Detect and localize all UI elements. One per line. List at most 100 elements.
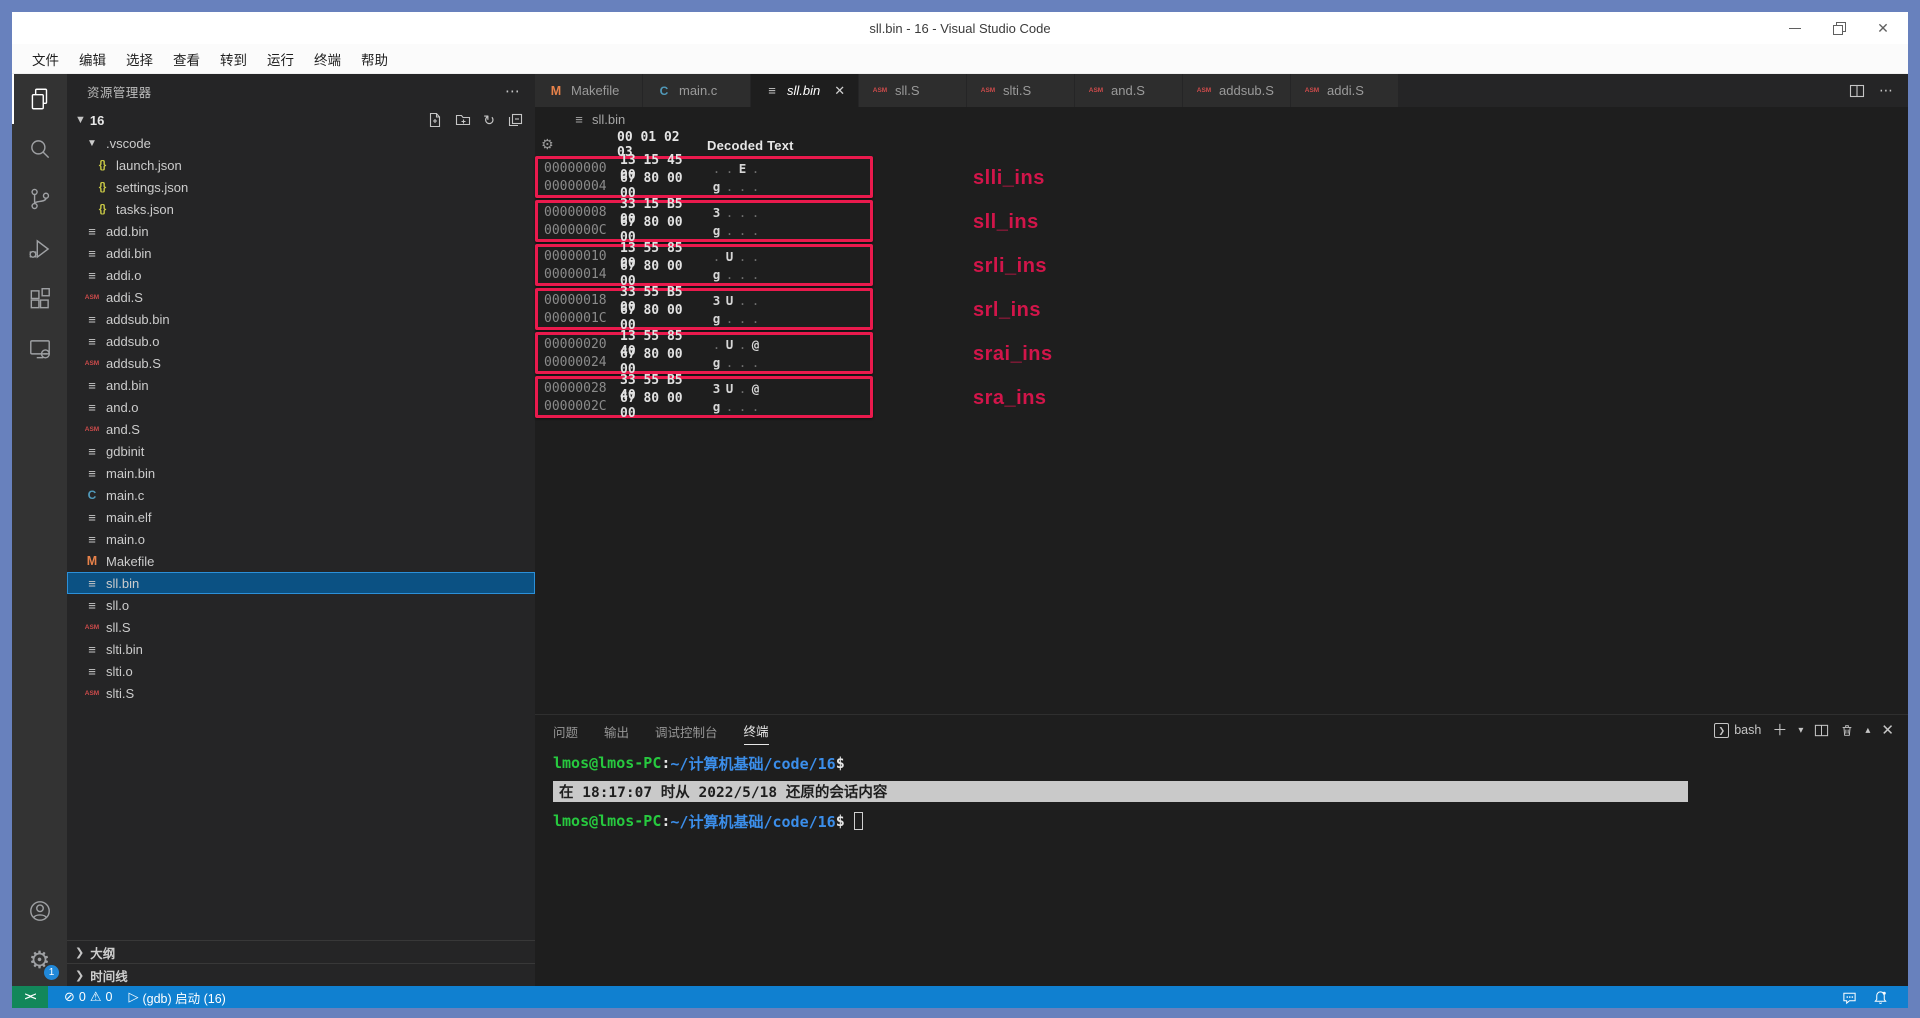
hex-row[interactable]: 0000001C67 80 00 00g... [541,309,870,327]
remote-indicator[interactable]: >< [12,986,48,1008]
folder-section-header[interactable]: ▼ 16 ↻ [67,108,535,132]
tab-addi.S[interactable]: ASMaddi.S [1291,74,1399,107]
new-terminal-icon[interactable]: ＋ [1772,723,1787,738]
minimize-button[interactable] [1788,21,1802,35]
activity-source-control-icon[interactable] [12,174,67,224]
shell-selector[interactable]: ❯ bash [1714,723,1761,738]
tab-and.S[interactable]: ASMand.S [1075,74,1183,107]
hex-row[interactable]: 0000000467 80 00 00g... [541,177,870,195]
close-panel-icon[interactable]: ✕ [1881,723,1894,738]
tree-item-main.elf[interactable]: ≡main.elf [67,506,535,528]
tab-addsub.S[interactable]: ASMaddsub.S [1183,74,1291,107]
tree-item-and.S[interactable]: ASMand.S [67,418,535,440]
tree-item-sll.S[interactable]: ASMsll.S [67,616,535,638]
asm-icon: ASM [1303,87,1321,94]
maximize-panel-icon[interactable]: ▴ [1865,723,1870,738]
tree-item-slti.bin[interactable]: ≡slti.bin [67,638,535,660]
sidebar-more-actions-icon[interactable]: ⋯ [505,82,521,100]
tree-item-main.o[interactable]: ≡main.o [67,528,535,550]
settings-button[interactable]: ⚙1 [12,936,67,986]
split-editor-icon[interactable] [1849,83,1865,99]
hex-row[interactable]: 0000001467 80 00 00g... [541,265,870,283]
chevron-down-icon[interactable]: ▾ [1798,723,1803,738]
decoded-char: g [710,267,723,282]
tab-slti.S[interactable]: ASMslti.S [967,74,1075,107]
new-file-icon[interactable] [427,112,443,128]
sidebar-section-大纲[interactable]: ❯大纲 [67,940,535,963]
tree-item-slti.S[interactable]: ASMslti.S [67,682,535,704]
chevron-down-icon: ▼ [75,114,86,126]
tree-item-main.bin[interactable]: ≡main.bin [67,462,535,484]
tree-item-Makefile[interactable]: MMakefile [67,550,535,572]
hex-instruction-group: 0000001013 55 85 00.U..0000001467 80 00 … [535,244,1908,288]
tab-Makefile[interactable]: MMakefile [535,74,643,107]
activity-run-debug-icon[interactable] [12,224,67,274]
panel-tab-问题[interactable]: 问题 [553,716,578,745]
tree-item-launch.json[interactable]: {}launch.json [67,154,535,176]
activity-files-icon[interactable] [12,74,67,124]
menu-item-编辑[interactable]: 编辑 [69,45,116,73]
notifications-bell-icon[interactable] [1865,986,1896,1008]
restore-button[interactable] [1832,21,1846,35]
tree-item-addi.S[interactable]: ASMaddi.S [67,286,535,308]
tree-item-sll.bin[interactable]: ≡sll.bin [67,572,535,594]
collapse-all-icon[interactable] [507,112,523,128]
feedback-icon[interactable] [1834,986,1865,1008]
file-tree: ▼.vscode{}launch.json{}settings.json{}ta… [67,132,535,940]
menubar: 文件编辑选择查看转到运行终端帮助 [12,44,1908,74]
tree-item-add.bin[interactable]: ≡add.bin [67,220,535,242]
tree-item-sll.o[interactable]: ≡sll.o [67,594,535,616]
activity-search-icon[interactable] [12,124,67,174]
menu-item-终端[interactable]: 终端 [304,45,351,73]
tree-item-addsub.S[interactable]: ASMaddsub.S [67,352,535,374]
close-button[interactable]: ✕ [1876,21,1890,35]
tree-item-gdbinit[interactable]: ≡gdbinit [67,440,535,462]
tree-item-.vscode[interactable]: ▼.vscode [67,132,535,154]
tree-item-addi.o[interactable]: ≡addi.o [67,264,535,286]
editor-more-actions-icon[interactable]: ⋯ [1879,82,1894,99]
menu-item-查看[interactable]: 查看 [163,45,210,73]
tree-item-tasks.json[interactable]: {}tasks.json [67,198,535,220]
split-terminal-icon[interactable] [1814,723,1829,738]
hex-row[interactable]: 0000002C67 80 00 00g... [541,397,870,415]
menu-item-文件[interactable]: 文件 [22,45,69,73]
problems-status[interactable]: ⊘ 0 ⚠ 0 [56,986,120,1008]
sidebar-section-时间线[interactable]: ❯时间线 [67,963,535,986]
tab-sll.S[interactable]: ASMsll.S [859,74,967,107]
panel-tab-调试控制台[interactable]: 调试控制台 [655,716,718,745]
panel-tab-输出[interactable]: 输出 [604,716,629,745]
hex-settings-gear-icon[interactable]: ⚙ [541,137,603,153]
decoded-char: . [749,161,762,176]
tree-item-settings.json[interactable]: {}settings.json [67,176,535,198]
debug-launch-status[interactable]: ▷ (gdb) 启动 (16) [120,986,233,1008]
decoded-char: U [723,381,736,396]
breadcrumb[interactable]: ≡ sll.bin [535,107,1908,132]
refresh-icon[interactable]: ↻ [483,113,495,127]
close-tab-icon[interactable]: ✕ [834,83,845,99]
tree-item-slti.o[interactable]: ≡slti.o [67,660,535,682]
tree-item-addi.bin[interactable]: ≡addi.bin [67,242,535,264]
asm-icon: ASM [83,360,101,367]
hex-row[interactable]: 0000002467 80 00 00g... [541,353,870,371]
menu-item-选择[interactable]: 选择 [116,45,163,73]
panel-tab-终端[interactable]: 终端 [744,715,769,745]
tab-main.c[interactable]: Cmain.c [643,74,751,107]
menu-item-帮助[interactable]: 帮助 [351,45,398,73]
menu-item-运行[interactable]: 运行 [257,45,304,73]
tab-sll.bin[interactable]: ≡sll.bin✕ [751,74,859,107]
tree-item-main.c[interactable]: Cmain.c [67,484,535,506]
new-folder-icon[interactable] [455,112,471,128]
menu-item-转到[interactable]: 转到 [210,45,257,73]
tree-item-addsub.o[interactable]: ≡addsub.o [67,330,535,352]
hex-row[interactable]: 0000000C67 80 00 00g... [541,221,870,239]
kill-terminal-trash-icon[interactable] [1840,723,1854,738]
tree-item-and.bin[interactable]: ≡and.bin [67,374,535,396]
status-bar: >< ⊘ 0 ⚠ 0 ▷ (gdb) 启动 (16) [12,986,1908,1008]
tree-item-addsub.bin[interactable]: ≡addsub.bin [67,308,535,330]
account-button[interactable] [12,886,67,936]
tree-item-and.o[interactable]: ≡and.o [67,396,535,418]
section-label: 时间线 [90,966,128,985]
terminal[interactable]: lmos@lmos-PC:~/计算机基础/code/16$ 在 18:17:07… [535,745,1908,986]
activity-extensions-icon[interactable] [12,274,67,324]
activity-remote-explorer-icon[interactable] [12,324,67,374]
